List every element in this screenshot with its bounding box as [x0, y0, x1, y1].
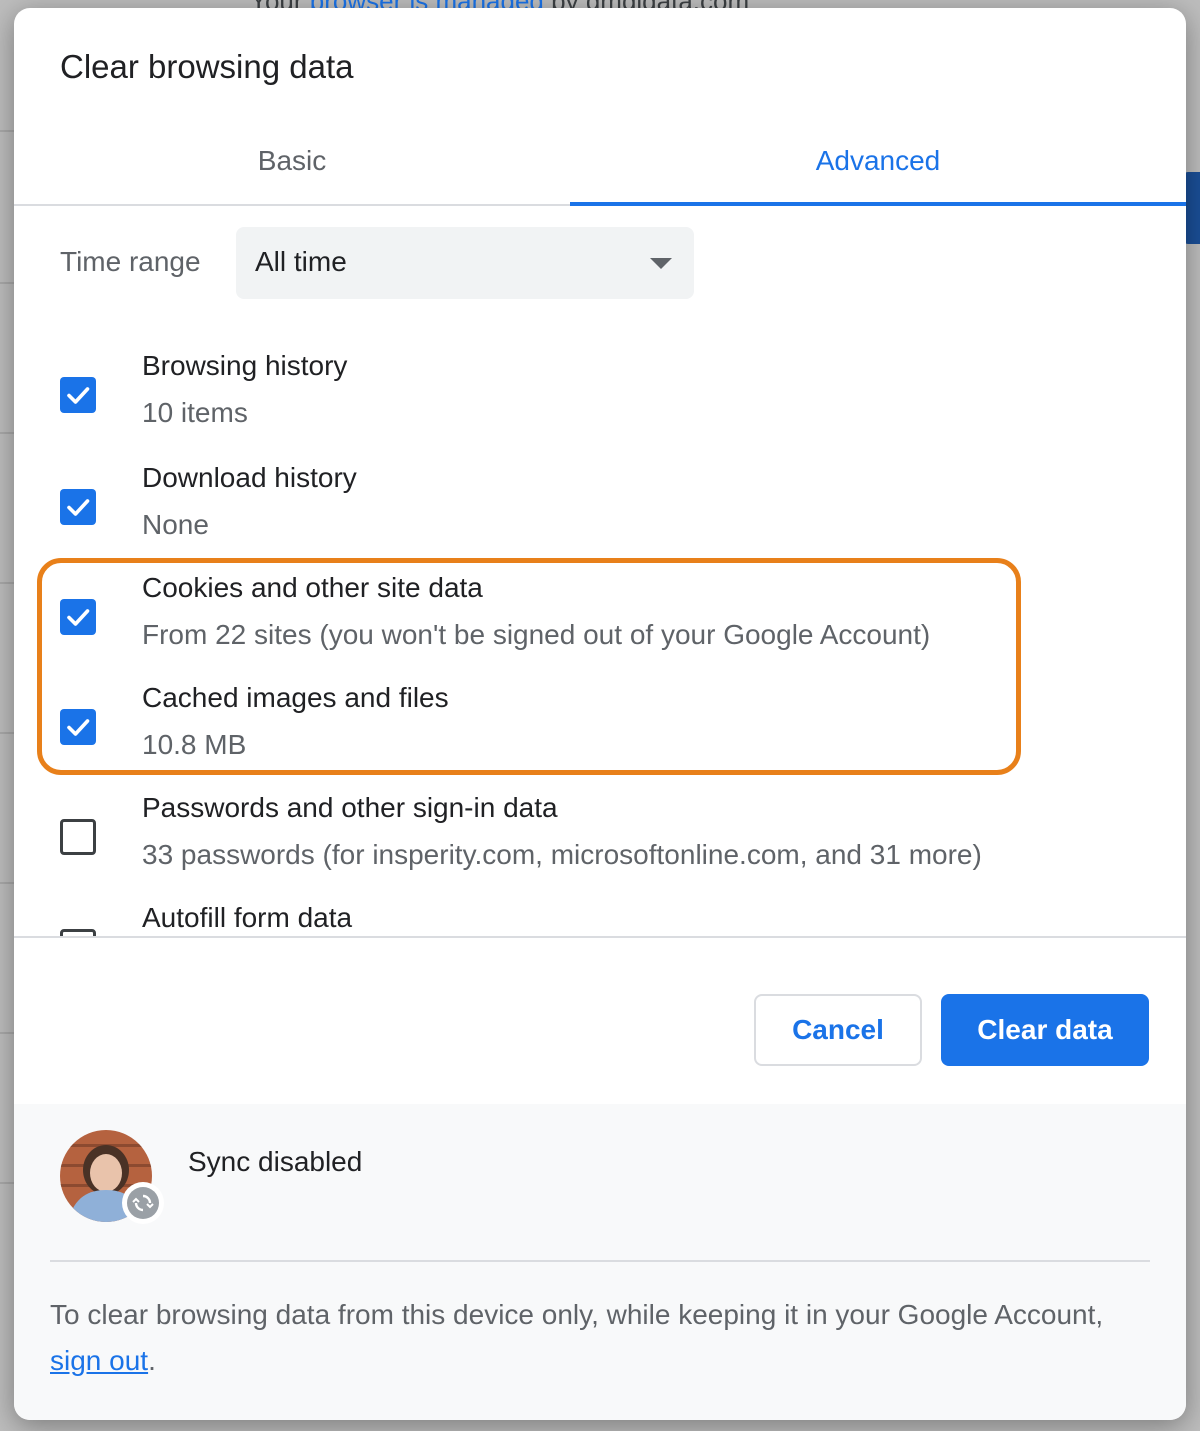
checkmark-icon — [67, 499, 90, 516]
background-divider — [0, 1182, 14, 1184]
cancel-button[interactable]: Cancel — [754, 994, 922, 1066]
data-types-list[interactable]: Browsing history 10 items Download histo… — [14, 328, 1186, 936]
item-browsing-history[interactable]: Browsing history 10 items — [14, 350, 1186, 460]
item-title: Download history — [142, 462, 357, 493]
footer-info-text: To clear browsing data from this device … — [50, 1299, 1104, 1330]
background-divider — [0, 282, 14, 284]
dialog-footer: Sync disabled To clear browsing data fro… — [14, 1104, 1186, 1420]
dialog-title: Clear browsing data — [60, 48, 354, 85]
sign-out-link[interactable]: sign out — [50, 1345, 148, 1376]
item-title: Cookies and other site data — [142, 572, 483, 603]
time-range-label: Time range — [60, 246, 201, 277]
item-title: Autofill form data — [142, 902, 353, 933]
item-download-history[interactable]: Download history None — [14, 462, 1186, 572]
item-title: Passwords and other sign-in data — [142, 792, 558, 823]
item-subtitle: 10 items — [142, 397, 248, 428]
background-divider — [0, 882, 14, 884]
download-history-checkbox[interactable] — [60, 489, 96, 525]
checkmark-icon — [67, 609, 90, 626]
background-divider — [0, 732, 14, 734]
sync-badge — [122, 1182, 164, 1224]
cookies-checkbox[interactable] — [60, 599, 96, 635]
item-cached-images[interactable]: Cached images and files 10.8 MB — [14, 682, 1186, 792]
item-cookies[interactable]: Cookies and other site data From 22 site… — [14, 572, 1186, 682]
item-autofill[interactable]: Autofill form data — [14, 902, 1186, 936]
sync-icon — [132, 1194, 154, 1212]
tab-basic[interactable]: Basic — [14, 118, 570, 204]
time-range-value: All time — [255, 246, 347, 277]
item-subtitle: From 22 sites (you won't be signed out o… — [142, 619, 931, 650]
caret-down-icon — [650, 258, 672, 269]
cached-images-checkbox[interactable] — [60, 709, 96, 745]
background-right-tab — [1184, 172, 1200, 244]
footer-info: To clear browsing data from this device … — [50, 1292, 1130, 1384]
item-subtitle: 33 passwords (for insperity.com, microso… — [142, 839, 982, 870]
clear-data-button[interactable]: Clear data — [941, 994, 1149, 1066]
sync-status: Sync disabled — [188, 1146, 363, 1177]
list-divider — [14, 936, 1186, 938]
background-left-edge — [0, 0, 14, 1431]
item-title: Cached images and files — [142, 682, 449, 713]
checkmark-icon — [67, 719, 90, 736]
browsing-history-checkbox[interactable] — [60, 377, 96, 413]
item-subtitle: None — [142, 509, 209, 540]
footer-info-end: . — [148, 1345, 156, 1376]
autofill-checkbox[interactable] — [60, 929, 96, 936]
tab-advanced[interactable]: Advanced — [570, 118, 1186, 206]
clear-browsing-data-dialog: Clear browsing data Basic Advanced Time … — [14, 8, 1186, 1420]
background-divider — [0, 582, 14, 584]
time-range-select[interactable]: All time — [236, 227, 694, 299]
item-subtitle: 10.8 MB — [142, 729, 247, 760]
background-divider — [0, 130, 14, 132]
footer-divider — [50, 1260, 1150, 1262]
item-passwords[interactable]: Passwords and other sign-in data 33 pass… — [14, 792, 1186, 902]
background-divider — [0, 432, 14, 434]
background-divider — [0, 1032, 14, 1034]
checkmark-icon — [67, 387, 90, 404]
tab-bar: Basic Advanced — [14, 118, 1186, 206]
item-title: Browsing history — [142, 350, 348, 381]
passwords-checkbox[interactable] — [60, 819, 96, 855]
